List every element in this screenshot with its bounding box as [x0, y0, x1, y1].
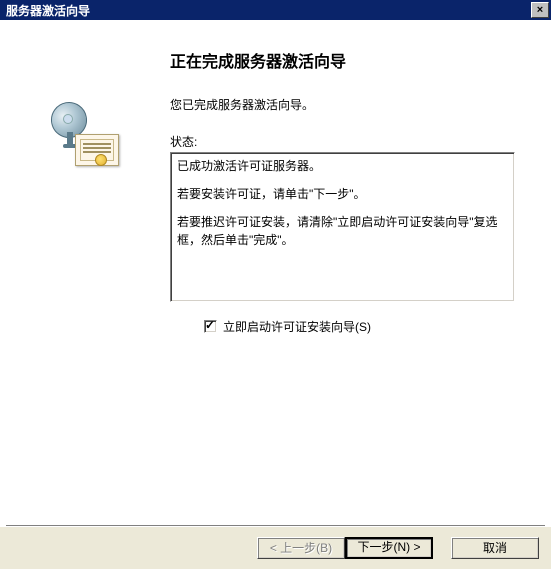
- wizard-body: 正在完成服务器激活向导 您已完成服务器激活向导。 状态: 已成功激活许可证服务器…: [170, 20, 551, 525]
- next-button[interactable]: 下一步(N) >: [345, 537, 433, 559]
- start-install-checkbox[interactable]: [204, 320, 217, 333]
- status-textbox: 已成功激活许可证服务器。 若要安装许可证，请单击"下一步"。 若要推迟许可证安装…: [170, 152, 515, 302]
- wizard-content: 正在完成服务器激活向导 您已完成服务器激活向导。 状态: 已成功激活许可证服务器…: [0, 20, 551, 569]
- close-button[interactable]: ×: [531, 2, 549, 18]
- title-bar: 服务器激活向导 ×: [0, 0, 551, 20]
- graphic-panel: [0, 20, 170, 525]
- main-area: 正在完成服务器激活向导 您已完成服务器激活向导。 状态: 已成功激活许可证服务器…: [0, 20, 551, 525]
- checkbox-row: 立即启动许可证安装向导(S): [204, 318, 523, 335]
- checkbox-label: 立即启动许可证安装向导(S): [223, 318, 371, 335]
- cancel-button[interactable]: 取消: [451, 537, 539, 559]
- status-line: 若要安装许可证，请单击"下一步"。: [177, 185, 508, 203]
- page-heading: 正在完成服务器激活向导: [170, 48, 523, 72]
- back-button: < 上一步(B): [257, 537, 345, 559]
- button-bar: < 上一步(B) 下一步(N) > 取消: [0, 527, 551, 569]
- status-label: 状态:: [170, 133, 523, 150]
- status-line: 已成功激活许可证服务器。: [177, 157, 508, 175]
- wizard-graphic-icon: [45, 100, 125, 170]
- completion-message: 您已完成服务器激活向导。: [170, 96, 523, 113]
- status-line: 若要推迟许可证安装，请清除"立即启动许可证安装向导"复选框，然后单击"完成"。: [177, 213, 508, 249]
- window-title: 服务器激活向导: [6, 2, 531, 19]
